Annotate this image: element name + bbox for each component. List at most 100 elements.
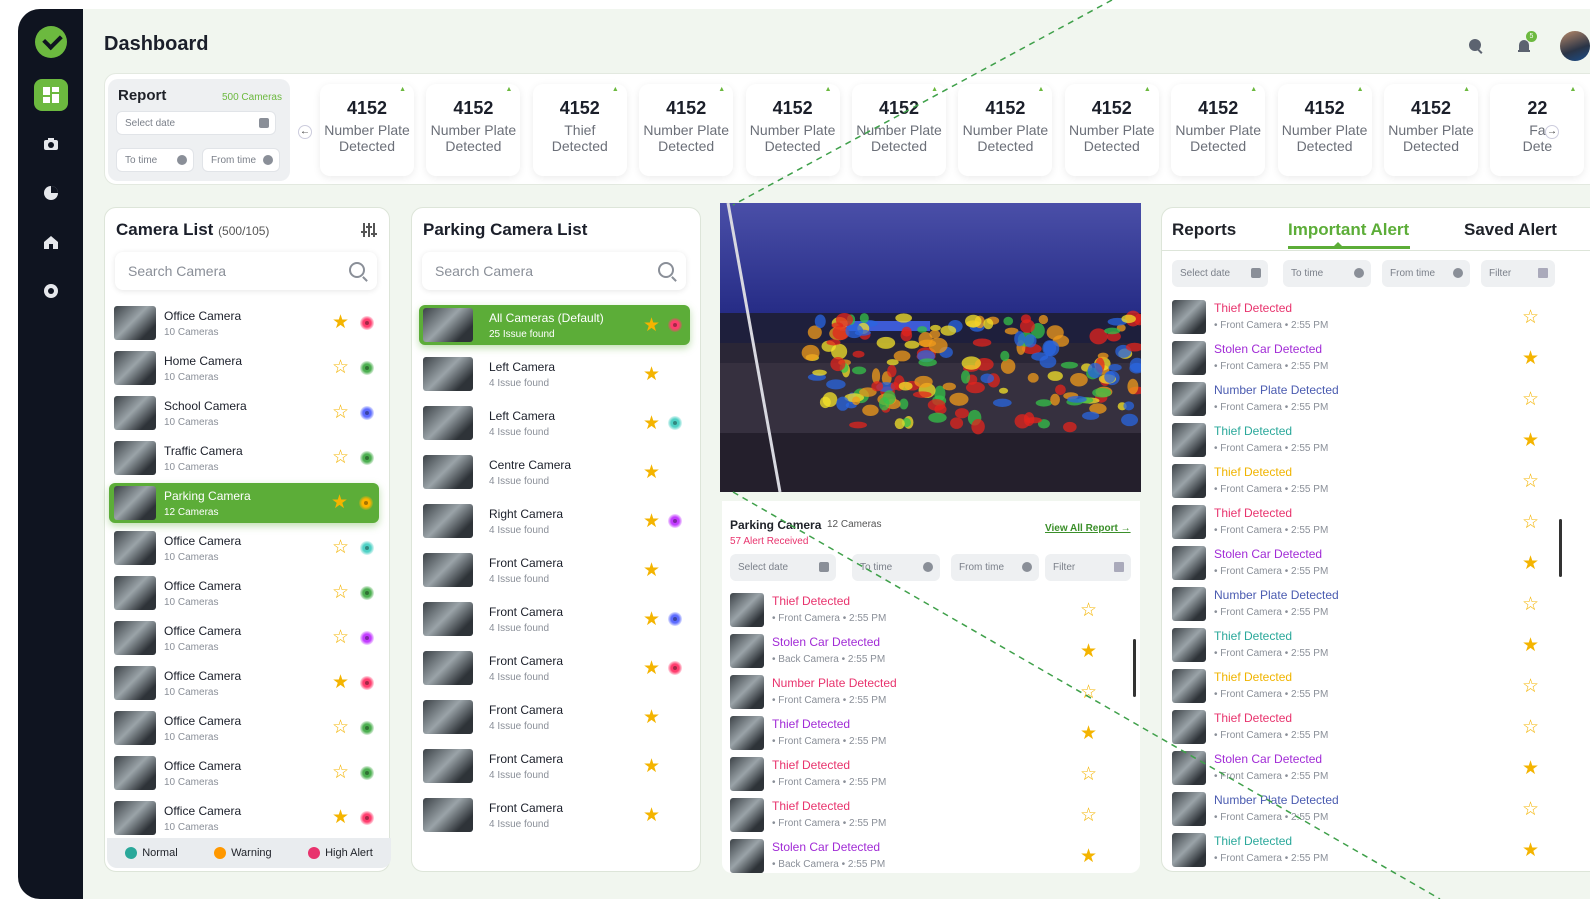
- star-icon[interactable]: ★: [1522, 636, 1539, 655]
- report-date-input[interactable]: Select date: [116, 111, 276, 135]
- parking-camera-item[interactable]: All Cameras (Default) 25 Issue found ★: [419, 305, 690, 345]
- parking-camera-item[interactable]: Front Camera 4 Issue found ★: [419, 599, 690, 639]
- feed-alert-item[interactable]: Thief Detected • Front Camera • 2:55 PM ★: [730, 716, 1130, 754]
- star-icon[interactable]: ★: [1080, 724, 1097, 743]
- report-alert-item[interactable]: Stolen Car Detected • Front Camera • 2:55…: [1172, 751, 1552, 789]
- feed-alert-item[interactable]: Thief Detected • Front Camera • 2:55 PM ☆: [730, 798, 1130, 836]
- star-icon[interactable]: ★: [643, 561, 660, 580]
- star-icon[interactable]: ☆: [1522, 677, 1539, 696]
- feed-to-time-filter[interactable]: To time: [852, 554, 940, 581]
- parking-camera-item[interactable]: Front Camera 4 Issue found ★: [419, 697, 690, 737]
- star-icon[interactable]: ☆: [1522, 595, 1539, 614]
- feed-filter-button[interactable]: Filter: [1045, 554, 1131, 581]
- feed-alert-item[interactable]: Stolen Car Detected • Back Camera • 2:55 …: [730, 839, 1130, 877]
- dashboard-nav-icon[interactable]: [34, 79, 68, 111]
- star-icon[interactable]: ☆: [332, 763, 349, 782]
- camera-feed-video[interactable]: [720, 203, 1141, 492]
- parking-camera-item[interactable]: Right Camera 4 Issue found ★: [419, 501, 690, 541]
- stat-card[interactable]: ▲ 4152 Number Plate Detected: [852, 84, 946, 176]
- star-icon[interactable]: ★: [1080, 642, 1097, 661]
- report-from-time[interactable]: From time: [202, 148, 280, 172]
- star-icon[interactable]: ☆: [332, 538, 349, 557]
- report-alert-item[interactable]: Number Plate Detected • Front Camera • 2:…: [1172, 587, 1552, 625]
- star-icon[interactable]: ☆: [332, 628, 349, 647]
- stat-card[interactable]: ▲ 4152 Number Plate Detected: [639, 84, 734, 176]
- bell-icon[interactable]: 5: [1512, 31, 1537, 58]
- camera-list-item[interactable]: Office Camera 10 Cameras ☆: [114, 753, 374, 793]
- stat-card[interactable]: ▲ 4152 Number Plate Detected: [1384, 84, 1478, 176]
- reports-to-time-filter[interactable]: To time: [1283, 260, 1371, 287]
- parking-camera-item[interactable]: Front Camera 4 Issue found ★: [419, 746, 690, 786]
- stat-card[interactable]: ▲ 4152 Number Plate Detected: [1171, 84, 1266, 176]
- star-icon[interactable]: ☆: [332, 583, 349, 602]
- report-alert-item[interactable]: Number Plate Detected • Front Camera • 2:…: [1172, 382, 1552, 420]
- stat-card[interactable]: ▲ 4152 Number Plate Detected: [745, 84, 840, 176]
- camera-list-item[interactable]: Office Camera 10 Cameras ☆: [114, 573, 374, 613]
- camera-list-item[interactable]: Office Camera 10 Cameras ★: [114, 798, 374, 838]
- camera-list-item[interactable]: Office Camera 10 Cameras ☆: [114, 618, 374, 658]
- feed-scrollbar[interactable]: [1133, 639, 1136, 697]
- stat-card[interactable]: ▲ 4152 Number Plate Detected: [1277, 84, 1372, 176]
- parking-camera-item[interactable]: Front Camera 4 Issue found ★: [419, 795, 690, 835]
- reports-date-filter[interactable]: Select date: [1172, 260, 1268, 287]
- stat-card[interactable]: ▲ 4152 Thief Detected: [532, 84, 627, 176]
- parking-camera-item[interactable]: Left Camera 4 Issue found ★: [419, 403, 690, 443]
- star-icon[interactable]: ☆: [1080, 806, 1097, 825]
- star-icon[interactable]: ★: [643, 708, 660, 727]
- report-alert-item[interactable]: Stolen Car Detected • Front Camera • 2:55…: [1172, 546, 1552, 584]
- stat-card[interactable]: ▲ 4152 Number Plate Detected: [1064, 84, 1159, 176]
- stat-card[interactable]: ▲ 4152 Number Plate Detected: [958, 84, 1053, 176]
- parking-camera-item[interactable]: Front Camera 4 Issue found ★: [419, 648, 690, 688]
- camera-nav-icon[interactable]: [34, 128, 68, 160]
- report-alert-item[interactable]: Thief Detected • Front Camera • 2:55 PM ☆: [1172, 669, 1552, 707]
- feed-alert-item[interactable]: Thief Detected • Front Camera • 2:55 PM ☆: [730, 757, 1130, 795]
- parking-camera-item[interactable]: Front Camera 4 Issue found ★: [419, 550, 690, 590]
- camera-list-item[interactable]: Traffic Camera 10 Cameras ☆: [114, 438, 374, 478]
- star-icon[interactable]: ☆: [1522, 472, 1539, 491]
- star-icon[interactable]: ☆: [1080, 601, 1097, 620]
- star-icon[interactable]: ★: [643, 806, 660, 825]
- search-icon[interactable]: [1464, 34, 1488, 58]
- camera-list-item[interactable]: Office Camera 10 Cameras ☆: [114, 528, 374, 568]
- reports-from-time-filter[interactable]: From time: [1382, 260, 1470, 287]
- star-icon[interactable]: ★: [1522, 431, 1539, 450]
- star-icon[interactable]: ★: [643, 512, 660, 531]
- tab-saved-alert[interactable]: Saved Alert: [1464, 220, 1557, 240]
- camera-search-input[interactable]: Search Camera: [115, 252, 377, 290]
- star-icon[interactable]: ★: [1522, 349, 1539, 368]
- strip-next-button[interactable]: →: [1545, 125, 1559, 139]
- camera-list-item[interactable]: Parking Camera 12 Cameras ★: [109, 483, 379, 523]
- star-icon[interactable]: ★: [643, 463, 660, 482]
- home-nav-icon[interactable]: [34, 226, 68, 258]
- star-icon[interactable]: ☆: [1080, 765, 1097, 784]
- star-icon[interactable]: ★: [332, 808, 349, 827]
- report-alert-item[interactable]: Thief Detected • Front Camera • 2:55 PM ★: [1172, 423, 1552, 461]
- star-icon[interactable]: ★: [643, 757, 660, 776]
- star-icon[interactable]: ★: [332, 313, 349, 332]
- star-icon[interactable]: ☆: [332, 358, 349, 377]
- report-alert-item[interactable]: Thief Detected • Front Camera • 2:55 PM ☆: [1172, 505, 1552, 543]
- parking-search-input[interactable]: Search Camera: [422, 252, 686, 290]
- report-to-time[interactable]: To time: [116, 148, 194, 172]
- star-icon[interactable]: ★: [643, 365, 660, 384]
- feed-alert-item[interactable]: Thief Detected • Front Camera • 2:55 PM ☆: [730, 593, 1130, 631]
- star-icon[interactable]: ☆: [332, 448, 349, 467]
- star-icon[interactable]: ★: [332, 673, 349, 692]
- feed-alert-item[interactable]: Stolen Car Detected • Back Camera • 2:55 …: [730, 634, 1130, 672]
- report-alert-item[interactable]: Thief Detected • Front Camera • 2:55 PM ★: [1172, 628, 1552, 666]
- camera-list-item[interactable]: Office Camera 10 Cameras ☆: [114, 708, 374, 748]
- star-icon[interactable]: ☆: [1522, 390, 1539, 409]
- star-icon[interactable]: ☆: [1522, 800, 1539, 819]
- report-alert-item[interactable]: Number Plate Detected • Front Camera • 2:…: [1172, 792, 1552, 830]
- stat-card[interactable]: ▲ 22 Fa Dete: [1490, 84, 1585, 176]
- report-alert-item[interactable]: Thief Detected • Front Camera • 2:55 PM ★: [1172, 833, 1552, 871]
- star-icon[interactable]: ★: [643, 414, 660, 433]
- star-icon[interactable]: ☆: [1522, 308, 1539, 327]
- star-icon[interactable]: ★: [643, 610, 660, 629]
- star-icon[interactable]: ★: [1080, 847, 1097, 866]
- settings-nav-icon[interactable]: [34, 275, 68, 307]
- star-icon[interactable]: ☆: [332, 403, 349, 422]
- parking-camera-item[interactable]: Left Camera 4 Issue found ★: [419, 354, 690, 394]
- feed-alert-item[interactable]: Number Plate Detected • Front Camera • 2:…: [730, 675, 1130, 713]
- star-icon[interactable]: ★: [1522, 759, 1539, 778]
